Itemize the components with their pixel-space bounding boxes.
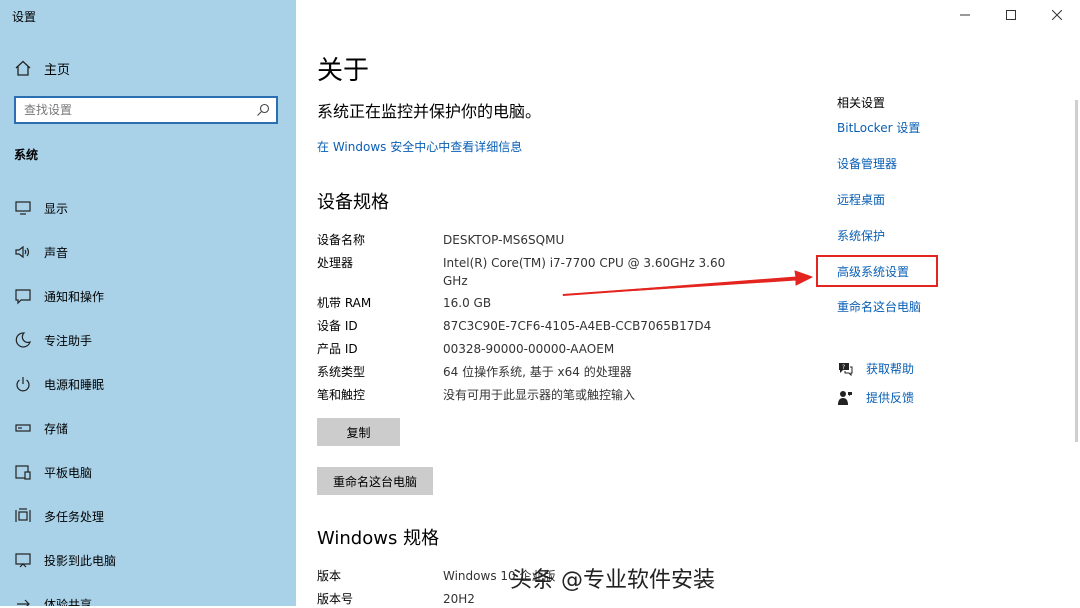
sidebar-item-notifications[interactable]: 通知和操作: [0, 274, 296, 318]
sidebar-home-label: 主页: [44, 62, 71, 78]
spec-row-product-id: 产品 ID 00328-90000-00000-AAOEM: [317, 340, 737, 358]
search-icon[interactable]: [256, 103, 270, 117]
spec-value: 87C3C90E-7CF6-4105-A4EB-CCB7065B17D4: [443, 319, 712, 333]
power-icon: [16, 377, 30, 392]
sidebar-item-power[interactable]: 电源和睡眠: [0, 362, 296, 406]
sidebar-nav: 显示 声音 通知和操作 专注助手 电源和睡眠 存储 平板电脑 多任务处理 投影到…: [0, 186, 296, 606]
search-input[interactable]: [16, 103, 256, 117]
sidebar: 设置 主页 系统 显示 声音: [0, 0, 296, 606]
sidebar-item-focus-assist[interactable]: 专注助手: [0, 318, 296, 362]
sidebar-item-label: 投影到此电脑: [44, 553, 117, 568]
spec-key: 版本: [317, 569, 342, 583]
give-feedback-link[interactable]: 提供反馈: [837, 389, 914, 406]
monitor-icon: [15, 201, 31, 215]
window-title: 设置: [12, 10, 37, 24]
spec-row-system-type: 系统类型 64 位操作系统, 基于 x64 的处理器: [317, 363, 737, 381]
spec-value: Intel(R) Core(TM) i7-7700 CPU @ 3.60GHz …: [443, 256, 726, 288]
spec-value: DESKTOP-MS6SQMU: [443, 233, 565, 247]
sidebar-item-label: 存储: [44, 421, 69, 436]
sidebar-item-label: 平板电脑: [44, 465, 93, 480]
scrollbar[interactable]: [1075, 100, 1078, 442]
spec-row-pen-touch: 笔和触控 没有可用于此显示器的笔或触控输入: [317, 386, 737, 404]
maximize-button[interactable]: [988, 0, 1034, 30]
close-button[interactable]: [1034, 0, 1080, 30]
sidebar-item-label: 专注助手: [44, 333, 93, 348]
remote-desktop-link[interactable]: 远程桌面: [837, 191, 885, 208]
spec-value: 没有可用于此显示器的笔或触控输入: [443, 388, 636, 402]
moon-icon: [15, 332, 31, 348]
spec-value: 00328-90000-00000-AAOEM: [443, 342, 615, 356]
multitask-icon: [15, 508, 31, 522]
spec-key: 版本号: [317, 592, 354, 606]
notification-icon: [15, 289, 31, 305]
sidebar-item-label: 显示: [44, 201, 69, 216]
sidebar-item-label: 体验共享: [44, 597, 93, 607]
home-icon: [15, 60, 31, 76]
spec-key: 笔和触控: [317, 388, 366, 402]
spec-row-processor: 处理器 Intel(R) Core(TM) i7-7700 CPU @ 3.60…: [317, 254, 737, 290]
sidebar-item-sound[interactable]: 声音: [0, 230, 296, 274]
close-icon: [1052, 10, 1062, 20]
sidebar-item-label: 通知和操作: [44, 289, 105, 304]
windows-specs-heading: Windows 规格: [317, 528, 440, 549]
sidebar-home[interactable]: 主页: [14, 58, 70, 78]
related-settings-title: 相关设置: [837, 96, 886, 110]
give-feedback-label: 提供反馈: [866, 391, 915, 405]
sidebar-item-label: 电源和睡眠: [44, 377, 105, 392]
spec-row-ram: 机带 RAM 16.0 GB: [317, 294, 737, 312]
spec-key: 处理器: [317, 256, 354, 270]
spec-key: 产品 ID: [317, 342, 358, 356]
feedback-icon: [838, 390, 852, 405]
get-help-link[interactable]: ? 获取帮助: [837, 360, 914, 377]
window-caption-buttons: [942, 0, 1080, 30]
sidebar-item-project[interactable]: 投影到此电脑: [0, 538, 296, 582]
tablet-icon: [15, 465, 31, 480]
bitlocker-settings-link[interactable]: BitLocker 设置: [837, 119, 920, 136]
spec-key: 机带 RAM: [317, 296, 372, 310]
device-specs-heading: 设备规格: [317, 192, 389, 213]
security-center-link[interactable]: 在 Windows 安全中心中查看详细信息: [317, 138, 522, 155]
spec-key: 设备 ID: [317, 319, 358, 333]
maximize-icon: [1006, 10, 1016, 20]
page-title: 关于: [317, 56, 370, 86]
watermark: 头条 @专业软件安装: [510, 568, 715, 593]
project-icon: [15, 553, 31, 568]
system-protection-link[interactable]: 系统保护: [837, 227, 885, 244]
sidebar-item-tablet[interactable]: 平板电脑: [0, 450, 296, 494]
storage-icon: [15, 424, 31, 432]
sidebar-item-shared-experiences[interactable]: 体验共享: [0, 582, 296, 606]
sidebar-item-label: 声音: [44, 245, 69, 260]
spec-key: 设备名称: [317, 233, 366, 247]
speaker-icon: [15, 245, 30, 259]
search-box[interactable]: [14, 96, 278, 124]
spec-row-device-id: 设备 ID 87C3C90E-7CF6-4105-A4EB-CCB7065B17…: [317, 317, 737, 335]
minimize-icon: [960, 14, 970, 16]
spec-value: 64 位操作系统, 基于 x64 的处理器: [443, 365, 632, 379]
sidebar-item-label: 多任务处理: [44, 509, 105, 524]
sidebar-item-storage[interactable]: 存储: [0, 406, 296, 450]
spec-key: 系统类型: [317, 365, 366, 379]
share-icon: [17, 599, 30, 606]
help-chat-icon: ?: [839, 362, 853, 376]
sidebar-section-label: 系统: [14, 148, 39, 162]
sidebar-item-display[interactable]: 显示: [0, 186, 296, 230]
highlight-box: [816, 255, 938, 287]
copy-button[interactable]: 复制: [317, 418, 400, 446]
main-content: 关于 系统正在监控并保护你的电脑。 在 Windows 安全中心中查看详细信息 …: [296, 0, 1080, 606]
rename-pc-button[interactable]: 重命名这台电脑: [317, 467, 433, 495]
spec-value: 16.0 GB: [443, 296, 492, 310]
rename-pc-link[interactable]: 重命名这台电脑: [837, 298, 921, 315]
svg-text:?: ?: [842, 363, 845, 370]
protection-status: 系统正在监控并保护你的电脑。: [317, 102, 542, 121]
device-manager-link[interactable]: 设备管理器: [837, 155, 897, 172]
get-help-label: 获取帮助: [866, 362, 915, 376]
sidebar-item-multitasking[interactable]: 多任务处理: [0, 494, 296, 538]
spec-row-device-name: 设备名称 DESKTOP-MS6SQMU: [317, 231, 737, 249]
minimize-button[interactable]: [942, 0, 988, 30]
